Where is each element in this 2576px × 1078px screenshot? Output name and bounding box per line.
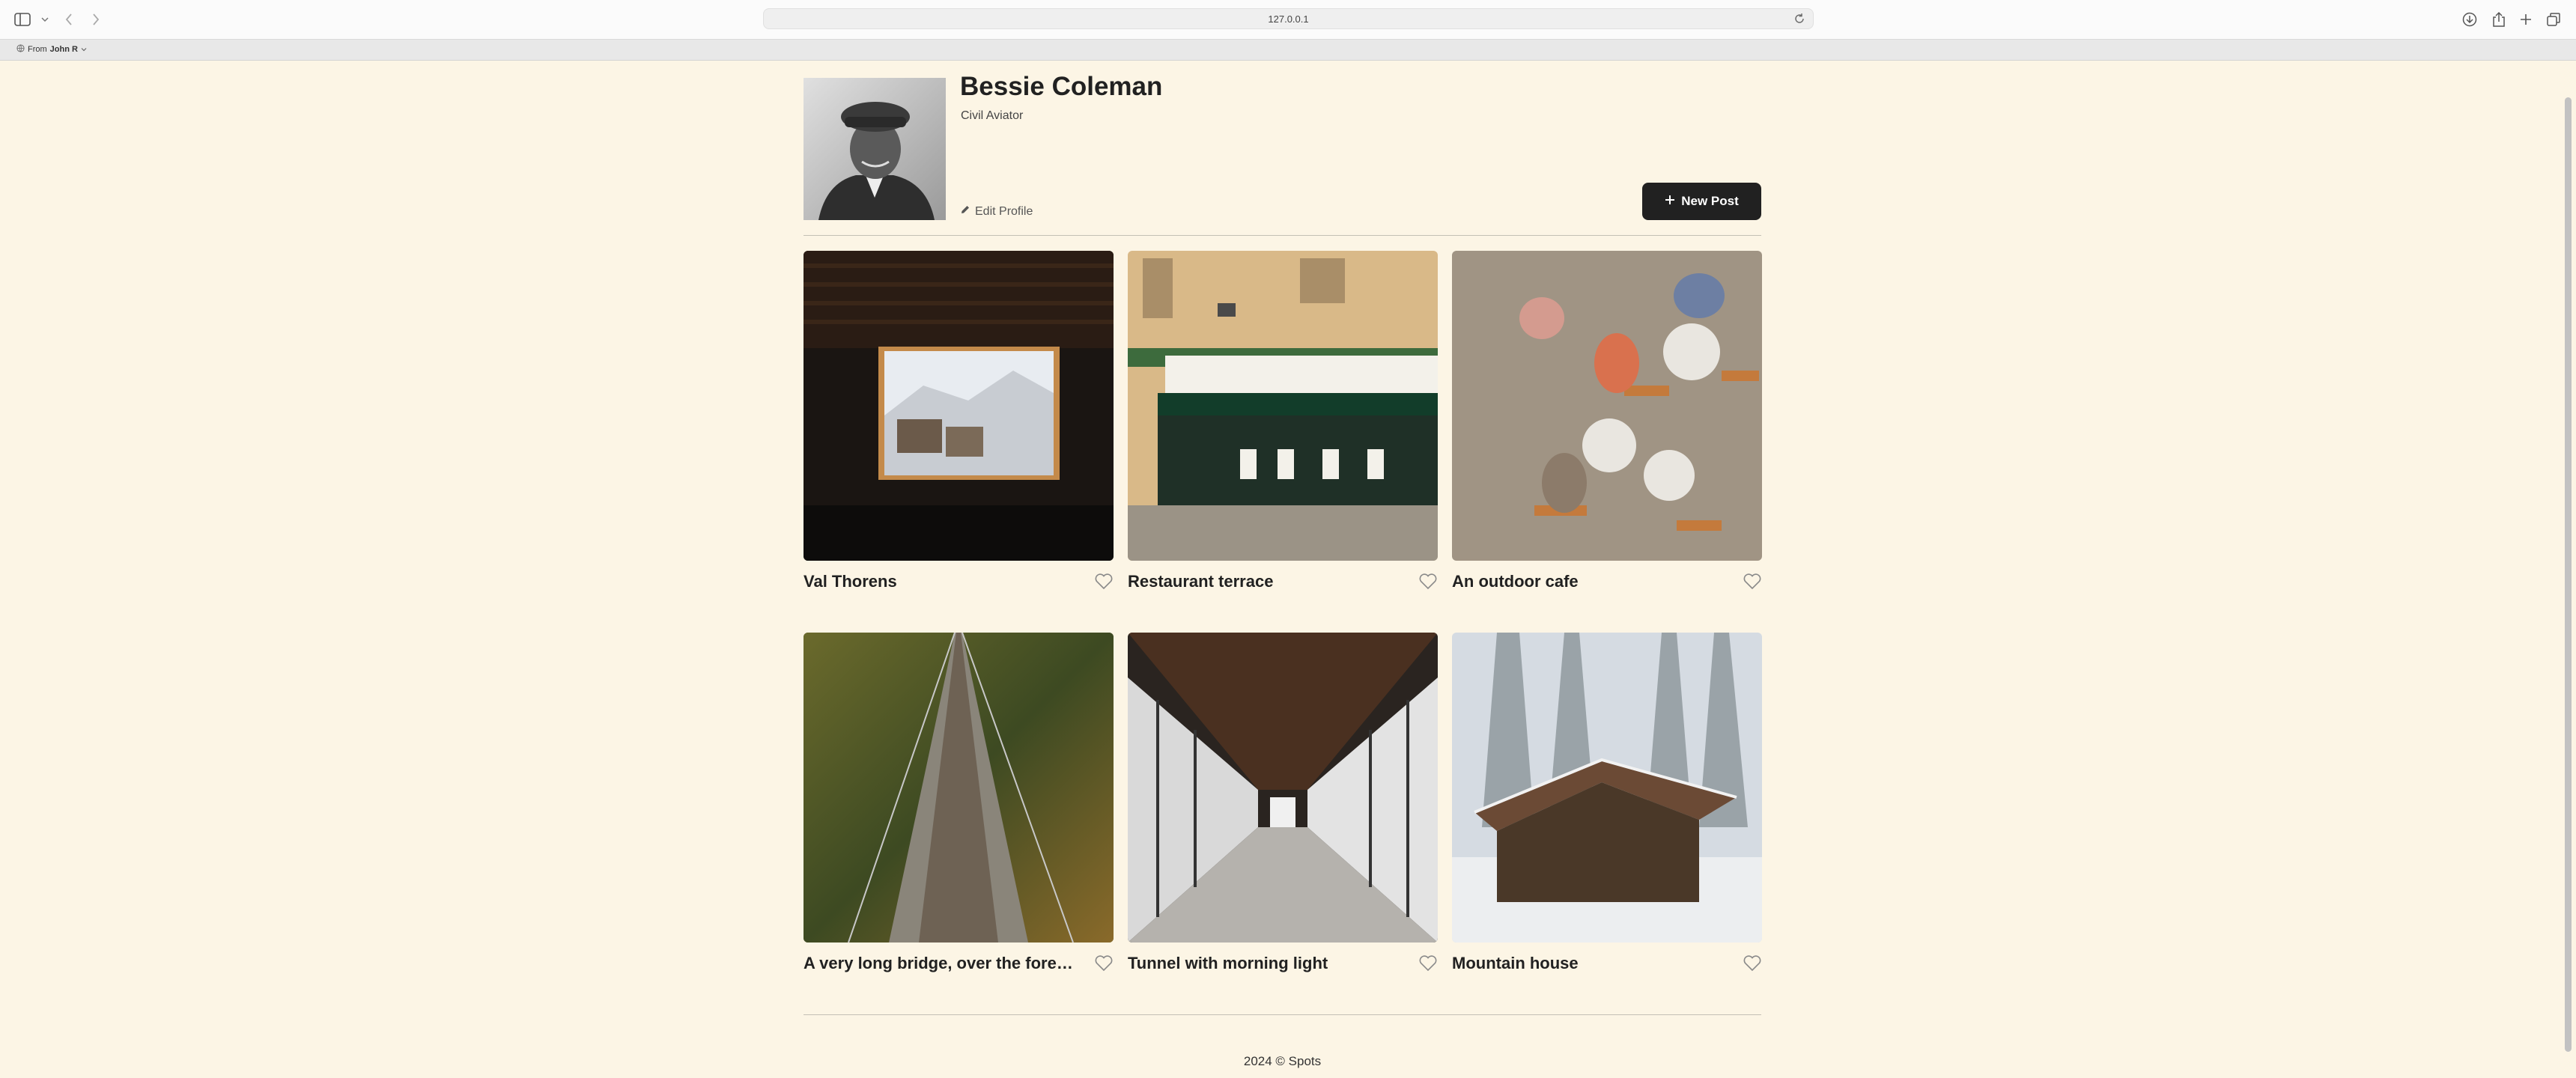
card-title: Val Thorens [804,572,897,591]
chevron-down-icon[interactable] [36,10,54,28]
new-post-label: New Post [1681,194,1739,208]
card: Tunnel with morning light [1128,633,1438,973]
profile-job: Civil Aviator [961,109,1024,122]
card-title: An outdoor cafe [1452,572,1579,591]
reload-icon[interactable] [1793,13,1805,25]
bookmark-name: John R [49,45,78,54]
pencil-icon [960,204,970,219]
card-image-long-bridge[interactable] [804,633,1114,943]
card-title: Tunnel with morning light [1128,954,1328,972]
bookmarks-bar: From John R [0,40,2576,61]
plus-icon [1665,194,1675,209]
new-tab-icon[interactable] [2517,10,2535,28]
footer-divider [804,1014,1761,1015]
profile-divider [804,235,1761,236]
sidebar-toggle-icon[interactable] [13,10,31,28]
profile-avatar [804,78,946,220]
card: An outdoor cafe [1452,251,1762,591]
card: Mountain house [1452,633,1762,973]
card-image-val-thorens[interactable] [804,251,1114,561]
profile-name: Bessie Coleman [960,72,1163,101]
forward-icon[interactable] [87,10,105,28]
edit-profile-button[interactable]: Edit Profile [960,204,1033,219]
card-title: Mountain house [1452,954,1579,972]
heart-outline-icon[interactable] [1418,573,1438,591]
heart-outline-icon[interactable] [1743,573,1762,591]
heart-outline-icon[interactable] [1418,954,1438,972]
new-post-button[interactable]: New Post [1642,183,1761,220]
card-title: A very long bridge, over the forest... [804,954,1081,972]
heart-outline-icon[interactable] [1094,954,1114,972]
footer-text: 2024 © Spots [1243,1054,1322,1068]
chevron-down-icon [81,45,87,54]
globe-icon [16,44,25,55]
address-bar[interactable]: 127.0.0.1 [763,8,1814,29]
card-image-restaurant-terrace[interactable] [1128,251,1438,561]
browser-toolbar: 127.0.0.1 [0,0,2576,40]
card-image-tunnel[interactable] [1128,633,1438,943]
tab-overview-icon[interactable] [2545,10,2563,28]
share-icon[interactable] [2490,10,2508,28]
back-icon[interactable] [60,10,78,28]
card-image-mountain-house[interactable] [1452,633,1762,943]
page-scrollbar[interactable] [2565,97,2572,1052]
card-title: Restaurant terrace [1128,572,1274,591]
heart-outline-icon[interactable] [1094,573,1114,591]
heart-outline-icon[interactable] [1743,954,1762,972]
download-icon[interactable] [2461,10,2479,28]
url-text: 127.0.0.1 [1268,13,1309,25]
card: A very long bridge, over the forest... [804,633,1114,973]
card: Restaurant terrace [1128,251,1438,591]
bookmark-from-john[interactable]: From John R [16,44,87,55]
edit-profile-label: Edit Profile [975,204,1033,218]
card-image-outdoor-cafe[interactable] [1452,251,1762,561]
card: Val Thorens [804,251,1114,591]
bookmark-prefix: From [28,45,47,54]
